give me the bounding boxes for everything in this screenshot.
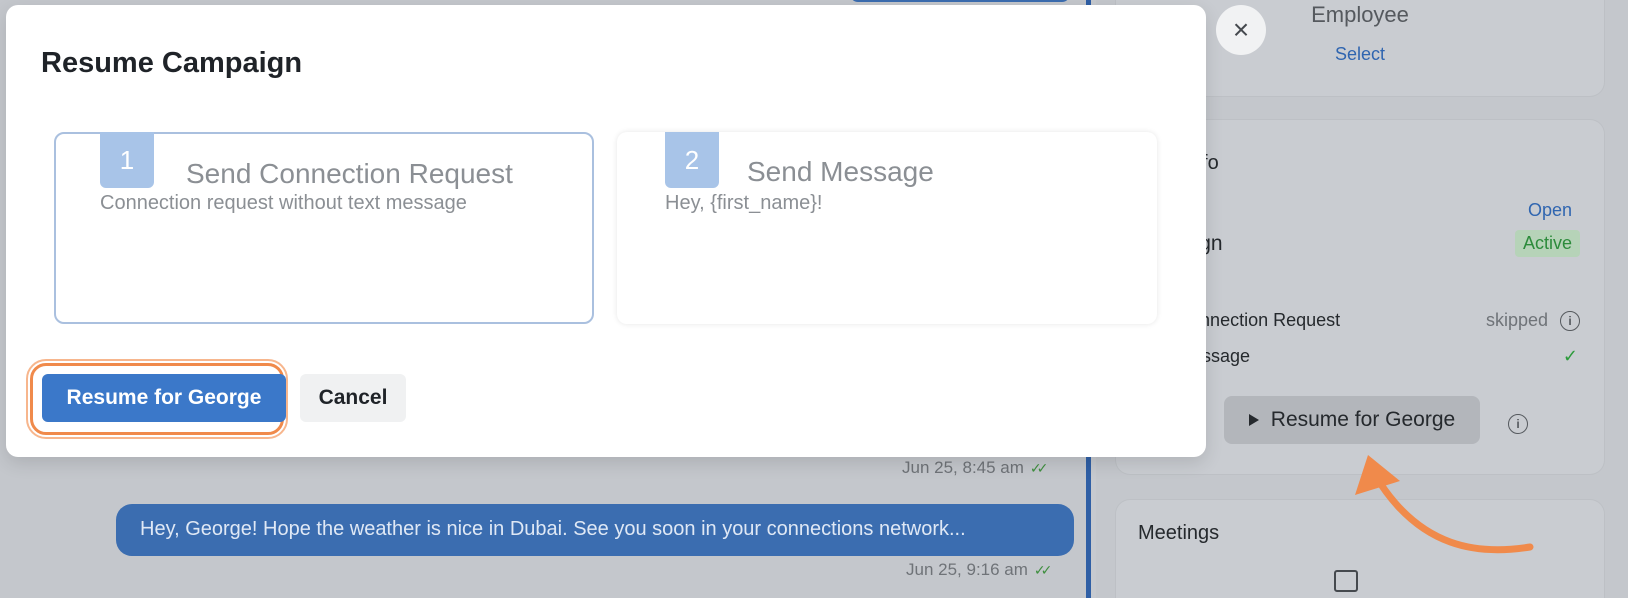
campaign-step-status: skipped [1485, 310, 1548, 330]
message-bubble: Hey, George! Hope the weather is nice in… [116, 504, 1074, 556]
resume-campaign-modal: Resume Campaign 1 Send Connection Reques… [6, 5, 1206, 457]
step-number-badge: 1 [100, 132, 154, 188]
sidebar-resume-label: Resume for George [1270, 408, 1456, 431]
step-card[interactable]: 1 Send Connection Request Connection req… [54, 132, 594, 324]
campaign-step-row: end Message ✓ [1142, 346, 1580, 367]
meetings-heading: Meetings [1138, 522, 1220, 544]
step-title: Send Message [747, 156, 934, 187]
campaign-step-row: end Connection Request skipped i [1142, 310, 1580, 331]
resume-button[interactable]: Resume for George [42, 374, 286, 422]
step-title: Send Connection Request [186, 158, 513, 189]
sidebar-resume-button[interactable]: Resume for George [1224, 396, 1480, 444]
message-timestamp: Jun 25, 9:16 am ✓✓ [906, 560, 1053, 579]
step-description: Connection request without text message [100, 192, 467, 214]
play-icon [1248, 414, 1259, 426]
calendar-icon [1334, 570, 1358, 592]
read-ticks-icon: ✓✓ [1033, 561, 1053, 578]
modal-title: Resume Campaign [41, 47, 303, 79]
info-icon[interactable]: i [1508, 414, 1528, 434]
campaign-open-link[interactable]: Open [1528, 200, 1572, 221]
info-icon[interactable]: i [1560, 310, 1580, 331]
message-timestamp: Jun 25, 8:45 am ✓✓ [902, 458, 1049, 477]
annotation-arrow-icon [1355, 455, 1534, 554]
check-icon: ✓ [1562, 346, 1578, 366]
close-icon[interactable]: × [1216, 5, 1266, 55]
step-number-badge: 2 [665, 132, 719, 188]
cancel-button[interactable]: Cancel [300, 374, 406, 422]
chat-bubble-partial [850, 0, 1070, 2]
status-badge: Active [1514, 230, 1580, 257]
read-ticks-icon: ✓✓ [1029, 459, 1049, 476]
step-description: Hey, {first_name}! [665, 192, 823, 214]
step-card[interactable]: 2 Send Message Hey, {first_name}! [617, 132, 1157, 324]
